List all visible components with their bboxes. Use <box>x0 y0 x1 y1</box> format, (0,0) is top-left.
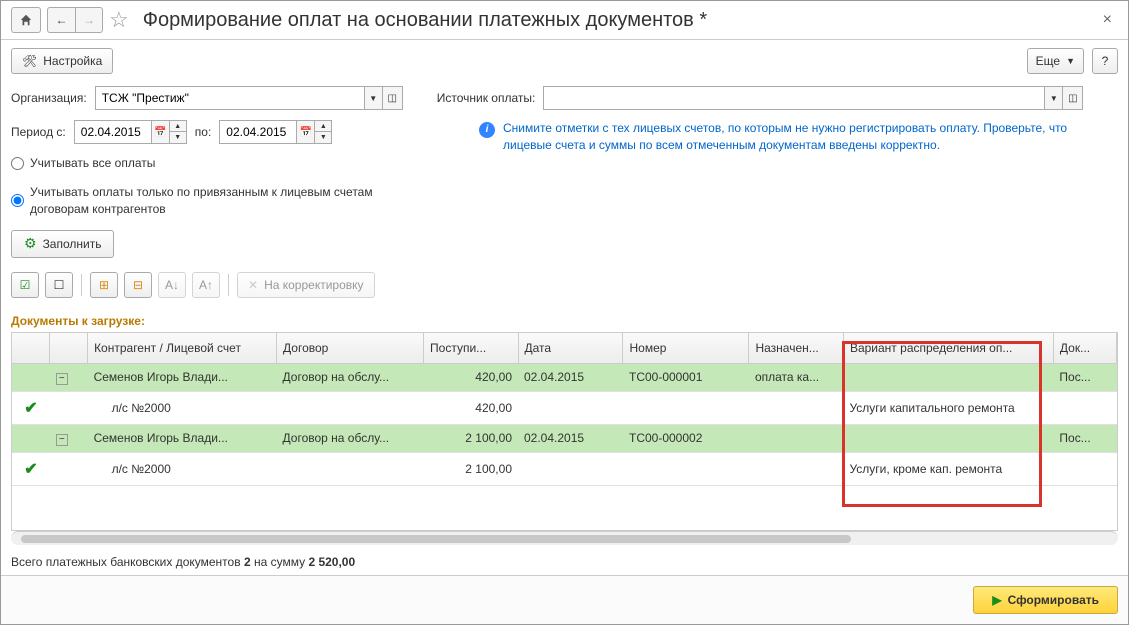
chevron-down-icon: ▼ <box>1050 94 1058 103</box>
home-icon <box>19 13 33 27</box>
sort-desc-icon: A↑ <box>199 278 213 292</box>
expand-tree-button[interactable]: ⊞ <box>90 272 118 298</box>
more-button[interactable]: Еще ▼ <box>1027 48 1084 74</box>
generate-label: Сформировать <box>1008 593 1099 607</box>
uncheck-all-button[interactable]: ☐ <box>45 272 73 298</box>
source-input[interactable] <box>543 86 1045 110</box>
data-table: Контрагент / Лицевой счет Договор Поступ… <box>11 332 1118 531</box>
table-row[interactable]: ✔ л/с №2000 2 100,00 Услуги, кроме кап. … <box>12 452 1117 485</box>
col-number[interactable]: Номер <box>623 333 749 364</box>
table-toolbar: ☑ ☐ ⊞ ⊟ A↓ A↑ ✕ На корректировку <box>11 272 1118 298</box>
tree-expand-icon: ⊞ <box>99 278 109 292</box>
col-date[interactable]: Дата <box>518 333 623 364</box>
radio-linked-payments[interactable]: Учитывать оплаты только по привязанным к… <box>11 184 411 218</box>
x-icon: ✕ <box>248 278 258 292</box>
section-label: Документы к загрузке: <box>11 314 1118 328</box>
info-icon: i <box>479 122 495 138</box>
gear-icon: ⚙ <box>24 235 37 252</box>
tree-collapse-icon[interactable]: − <box>56 434 68 446</box>
page-title: Формирование оплат на основании платежны… <box>143 9 1091 32</box>
calendar-icon[interactable]: 📅 <box>152 120 170 144</box>
org-dropdown[interactable]: ▼ <box>365 86 383 110</box>
settings-label: Настройка <box>43 54 102 68</box>
home-button[interactable] <box>11 7 41 33</box>
arrow-left-icon: ← <box>56 13 68 27</box>
sort-asc-icon: A↓ <box>165 278 179 292</box>
calendar-icon[interactable]: 📅 <box>297 120 315 144</box>
help-button[interactable]: ? <box>1092 48 1118 74</box>
col-tree[interactable] <box>50 333 88 364</box>
col-contract[interactable]: Договор <box>277 333 424 364</box>
period-to-label: по: <box>195 125 212 139</box>
checkbox-checked-icon[interactable]: ✔ <box>24 461 37 478</box>
chevron-down-icon: ▼ <box>369 94 377 103</box>
wrench-icon: 🛠 <box>22 54 37 68</box>
org-combo[interactable]: ▼ ◫ <box>95 86 403 110</box>
uncheck-icon: ☐ <box>54 278 65 292</box>
tree-collapse-icon[interactable]: − <box>56 373 68 385</box>
checkbox-checked-icon[interactable]: ✔ <box>24 400 37 417</box>
favorite-star-icon[interactable]: ☆ <box>109 7 129 33</box>
fill-button[interactable]: ⚙ Заполнить <box>11 230 114 258</box>
expand-icon: ◫ <box>387 93 396 104</box>
sort-asc-button: A↓ <box>158 272 186 298</box>
col-distribution[interactable]: Вариант распределения оп... <box>843 333 1053 364</box>
info-text: Снимите отметки с тех лицевых счетов, по… <box>503 120 1118 154</box>
source-open-button[interactable]: ◫ <box>1063 86 1083 110</box>
play-icon: ▶ <box>992 593 1001 607</box>
correction-button: ✕ На корректировку <box>237 272 375 298</box>
spin-up[interactable]: ▲ <box>170 121 186 132</box>
source-combo[interactable]: ▼ ◫ <box>543 86 1083 110</box>
table-row[interactable]: ✔ л/с №2000 420,00 Услуги капитального р… <box>12 391 1117 424</box>
spin-down[interactable]: ▼ <box>315 132 331 143</box>
titlebar: ← → ☆ Формирование оплат на основании пл… <box>1 1 1128 40</box>
close-button[interactable]: × <box>1097 11 1118 29</box>
spin-down[interactable]: ▼ <box>170 132 186 143</box>
help-label: ? <box>1102 54 1109 68</box>
check-icon: ☑ <box>20 278 31 292</box>
source-label: Источник оплаты: <box>437 86 536 105</box>
period-to-input[interactable]: 📅 ▲▼ <box>219 120 332 144</box>
expand-icon: ◫ <box>1068 93 1077 104</box>
period-from-input[interactable]: 📅 ▲▼ <box>74 120 187 144</box>
col-counterparty[interactable]: Контрагент / Лицевой счет <box>88 333 277 364</box>
correction-label: На корректировку <box>264 278 363 292</box>
tree-collapse-icon: ⊟ <box>133 278 143 292</box>
info-box: i Снимите отметки с тех лицевых счетов, … <box>479 120 1118 154</box>
col-purpose[interactable]: Назначен... <box>749 333 843 364</box>
horizontal-scrollbar[interactable] <box>11 531 1118 545</box>
summary-text: Всего платежных банковских документов 2 … <box>1 549 1128 575</box>
bottom-bar: ▶ Сформировать <box>1 575 1128 624</box>
source-dropdown[interactable]: ▼ <box>1045 86 1063 110</box>
table-row[interactable]: − Семенов Игорь Влади... Договор на обсл… <box>12 363 1117 391</box>
collapse-tree-button[interactable]: ⊟ <box>124 272 152 298</box>
col-check[interactable] <box>12 333 50 364</box>
generate-button[interactable]: ▶ Сформировать <box>973 586 1118 614</box>
org-label: Организация: <box>11 86 87 105</box>
period-from-label: Период с: <box>11 125 66 139</box>
org-input[interactable] <box>95 86 365 110</box>
check-all-button[interactable]: ☑ <box>11 272 39 298</box>
radio-all-payments[interactable]: Учитывать все оплаты <box>11 156 451 170</box>
spin-up[interactable]: ▲ <box>315 121 331 132</box>
sort-desc-button: A↑ <box>192 272 220 298</box>
chevron-down-icon: ▼ <box>1066 56 1075 66</box>
toolbar: 🛠 Настройка Еще ▼ ? <box>1 40 1128 82</box>
more-label: Еще <box>1036 54 1060 68</box>
col-amount[interactable]: Поступи... <box>424 333 518 364</box>
forward-button[interactable]: → <box>75 7 103 33</box>
scrollbar-thumb[interactable] <box>21 535 851 543</box>
table-row[interactable]: − Семенов Игорь Влади... Договор на обсл… <box>12 424 1117 452</box>
arrow-right-icon: → <box>83 13 95 27</box>
back-button[interactable]: ← <box>47 7 75 33</box>
col-doc[interactable]: Док... <box>1053 333 1116 364</box>
fill-label: Заполнить <box>43 237 102 251</box>
settings-button[interactable]: 🛠 Настройка <box>11 48 113 74</box>
org-open-button[interactable]: ◫ <box>383 86 403 110</box>
